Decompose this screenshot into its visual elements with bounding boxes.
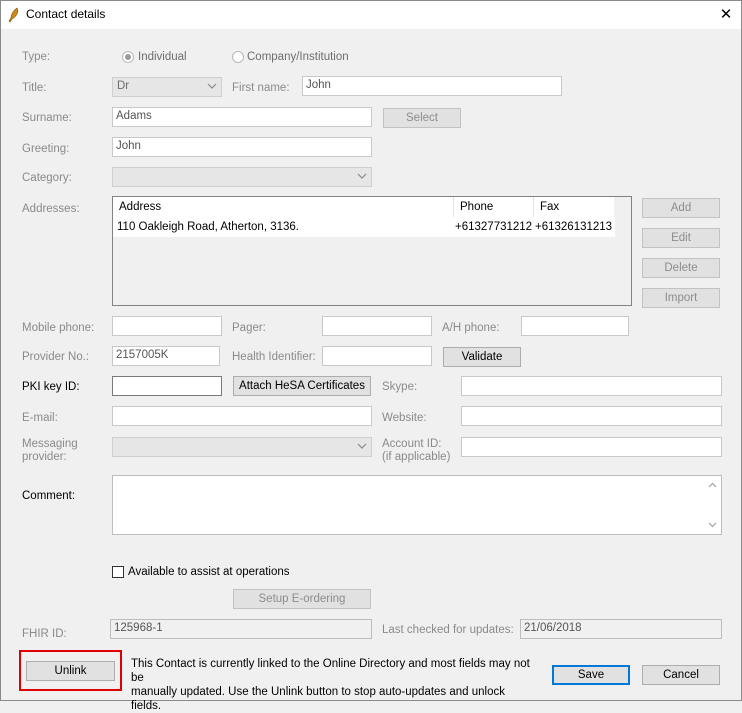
- email-label: E-mail:: [22, 412, 58, 424]
- pki-key-label: PKI key ID:: [22, 381, 80, 393]
- delete-address-button[interactable]: Delete: [642, 258, 720, 278]
- app-feather-icon: [8, 7, 19, 23]
- assist-operations-checkbox[interactable]: [112, 566, 124, 578]
- type-individual-label: Individual: [138, 51, 187, 63]
- messaging-provider-label-1: Messaging: [22, 438, 78, 450]
- provider-no-field[interactable]: 2157005K: [112, 346, 220, 366]
- mobile-phone-label: Mobile phone:: [22, 322, 95, 334]
- phone-column-header[interactable]: Phone: [453, 197, 533, 217]
- account-id-field[interactable]: [461, 437, 722, 457]
- mobile-phone-field[interactable]: [112, 316, 222, 336]
- title-label: Title:: [22, 82, 47, 94]
- first-name-label: First name:: [232, 82, 290, 94]
- validate-button[interactable]: Validate: [443, 347, 521, 367]
- pager-field[interactable]: [322, 316, 432, 336]
- addresses-label: Addresses:: [22, 203, 80, 215]
- chevron-down-icon: [357, 443, 367, 449]
- website-label: Website:: [382, 412, 427, 424]
- title-combo[interactable]: Dr: [112, 77, 222, 97]
- assist-operations-label: Available to assist at operations: [128, 566, 290, 578]
- first-name-field[interactable]: John: [302, 76, 562, 96]
- messaging-provider-combo[interactable]: [112, 437, 372, 457]
- save-button[interactable]: Save: [552, 665, 630, 685]
- account-id-label-1: Account ID:: [382, 438, 442, 450]
- fhir-id-label: FHIR ID:: [22, 628, 67, 640]
- contact-details-window: Contact details ✕ Type: Individual Compa…: [0, 0, 742, 712]
- skype-label: Skype:: [382, 381, 418, 393]
- add-address-button[interactable]: Add: [642, 198, 720, 218]
- pager-label: Pager:: [232, 322, 266, 334]
- window-title: Contact details: [26, 7, 106, 21]
- type-company-radio[interactable]: [232, 51, 244, 63]
- last-checked-label: Last checked for updates:: [382, 624, 514, 636]
- chevron-up-icon[interactable]: [708, 482, 717, 488]
- type-label: Type:: [22, 51, 51, 63]
- greeting-field[interactable]: John: [112, 137, 372, 157]
- close-icon[interactable]: ✕: [713, 3, 739, 27]
- setup-eordering-button[interactable]: Setup E-ordering: [233, 589, 371, 609]
- fax-cell: +61326131213: [535, 221, 613, 233]
- unlink-button[interactable]: Unlink: [26, 661, 115, 681]
- linked-notice-line-1: This Contact is currently linked to the …: [131, 658, 530, 684]
- comment-label: Comment:: [22, 490, 76, 502]
- type-company-label: Company/Institution: [247, 51, 349, 63]
- title-bar: Contact details ✕: [1, 1, 741, 29]
- pki-key-field[interactable]: [112, 376, 222, 396]
- phone-cell: +61327731212: [455, 221, 533, 233]
- address-cell: 110 Oakleigh Road, Atherton, 3136.: [117, 221, 300, 233]
- address-column-header[interactable]: Address: [113, 197, 453, 217]
- surname-field[interactable]: Adams: [112, 107, 372, 127]
- category-combo[interactable]: [112, 167, 372, 187]
- addresses-header-row: Address Phone Fax: [113, 197, 615, 217]
- category-label: Category:: [22, 172, 72, 184]
- select-button[interactable]: Select: [383, 108, 461, 128]
- table-row[interactable]: 110 Oakleigh Road, Atherton, 3136. +6132…: [113, 217, 615, 237]
- skype-field[interactable]: [461, 376, 722, 396]
- chevron-down-icon: [357, 173, 367, 179]
- provider-no-label: Provider No.:: [22, 351, 90, 363]
- ah-phone-field[interactable]: [521, 316, 629, 336]
- addresses-grid[interactable]: Address Phone Fax 110 Oakleigh Road, Ath…: [112, 196, 632, 306]
- edit-address-button[interactable]: Edit: [642, 228, 720, 248]
- comment-scrollbar[interactable]: [704, 476, 721, 534]
- surname-label: Surname:: [22, 112, 72, 124]
- comment-textarea[interactable]: [112, 475, 722, 535]
- grid-scroll-corner: [614, 197, 631, 217]
- attach-hesa-certificates-button[interactable]: Attach HeSA Certificates: [233, 376, 371, 396]
- linked-notice-line-2: manually updated. Use the Unlink button …: [131, 686, 505, 712]
- ah-phone-label: A/H phone:: [442, 322, 500, 334]
- linked-notice: This Contact is currently linked to the …: [131, 657, 531, 713]
- health-identifier-label: Health Identifier:: [232, 351, 316, 363]
- account-id-label-2: (if applicable): [382, 451, 451, 463]
- health-identifier-field[interactable]: [322, 346, 432, 366]
- last-checked-field[interactable]: 21/06/2018: [520, 619, 722, 639]
- type-individual-radio[interactable]: [122, 51, 134, 63]
- messaging-provider-label-2: provider:: [22, 451, 67, 463]
- title-value: Dr: [117, 80, 130, 92]
- chevron-down-icon[interactable]: [708, 522, 717, 528]
- greeting-label: Greeting:: [22, 143, 70, 155]
- website-field[interactable]: [461, 406, 722, 426]
- fax-column-header[interactable]: Fax: [533, 197, 615, 217]
- fhir-id-field[interactable]: 125968-1: [110, 619, 372, 639]
- email-field[interactable]: [112, 406, 372, 426]
- cancel-button[interactable]: Cancel: [642, 665, 720, 685]
- chevron-down-icon: [207, 83, 217, 89]
- import-address-button[interactable]: Import: [642, 288, 720, 308]
